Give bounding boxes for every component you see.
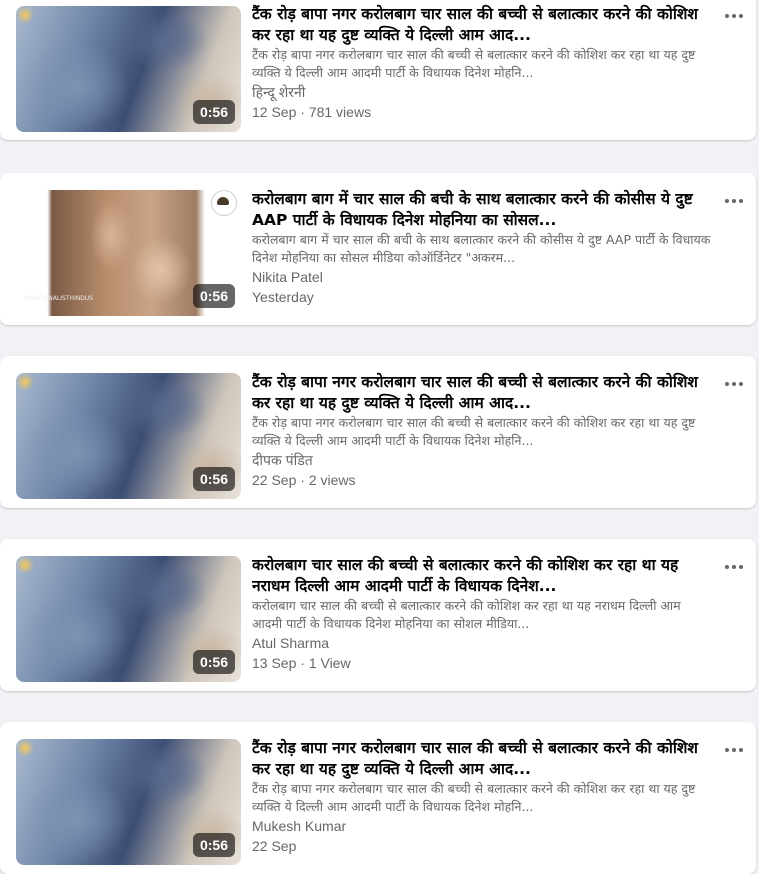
author-name[interactable]: हिन्दू शेरनी [252,82,712,102]
author-name[interactable]: Atul Sharma [252,633,712,653]
post-meta: Yesterday [252,289,314,305]
more-icon [725,565,729,569]
video-description: टैंक रोड़ बापा नगर करोलबाग चार साल की बच… [252,47,696,80]
more-options-button[interactable] [720,191,748,211]
more-icon-dot [739,748,743,752]
post-meta: 13 Sep · 1 View [252,655,351,671]
result-body: टैंक रोड़ बापा नगर करोलबाग चार साल की बच… [252,4,712,122]
video-duration: 0:56 [192,650,235,674]
video-duration: 0:56 [192,833,235,857]
video-thumbnail[interactable]: 0:56 [16,556,241,682]
more-options-button[interactable] [720,557,748,577]
video-title[interactable]: टैंक रोड़ बापा नगर करोलबाग चार साल की बच… [252,372,712,414]
more-icon [725,748,729,752]
video-duration: 0:56 [192,284,235,308]
thumbnail-highlight [16,556,34,574]
video-result-card[interactable]: @NATIONALISTHINDUS 0:56 करोलबाग बाग में … [0,173,756,325]
post-meta: 22 Sep · 2 views [252,472,356,488]
author-name[interactable]: दीपक पंडित [252,450,712,470]
more-icon-dot [732,748,736,752]
video-title[interactable]: टैंक रोड़ बापा नगर करोलबाग चार साल की बच… [252,4,712,46]
video-description: करोलबाग बाग में चार साल की बची के साथ बल… [252,232,711,265]
video-description: करोलबाग चार साल की बच्ची से बलात्कार करन… [252,598,681,631]
video-title[interactable]: करोलबाग चार साल की बच्ची से बलात्कार करन… [252,555,712,597]
result-body: टैंक रोड़ बापा नगर करोलबाग चार साल की बच… [252,372,712,490]
result-body: करोलबाग बाग में चार साल की बची के साथ बल… [252,189,712,307]
author-name[interactable]: Mukesh Kumar [252,816,712,836]
channel-avatar-icon [211,190,237,216]
video-result-card[interactable]: 0:56 टैंक रोड़ बापा नगर करोलबाग चार साल … [0,722,756,874]
more-icon [725,382,729,386]
thumbnail-highlight [16,6,34,24]
more-icon-dot [732,565,736,569]
more-icon-dot [732,382,736,386]
video-duration: 0:56 [192,100,235,124]
author-name[interactable]: Nikita Patel [252,267,712,287]
video-thumbnail[interactable]: 0:56 [16,739,241,865]
video-thumbnail[interactable]: 0:56 [16,373,241,499]
result-body: टैंक रोड़ बापा नगर करोलबाग चार साल की बच… [252,738,712,856]
more-icon [725,14,729,18]
video-title[interactable]: करोलबाग बाग में चार साल की बची के साथ बल… [252,189,712,231]
more-options-button[interactable] [720,740,748,760]
more-icon-dot [739,199,743,203]
more-icon-dot [739,14,743,18]
more-icon [725,199,729,203]
video-result-card[interactable]: 0:56 करोलबाग चार साल की बच्ची से बलात्का… [0,539,756,691]
thumbnail-highlight [16,373,34,391]
result-body: करोलबाग चार साल की बच्ची से बलात्कार करन… [252,555,712,673]
more-options-button[interactable] [720,6,748,26]
more-options-button[interactable] [720,374,748,394]
video-duration: 0:56 [192,467,235,491]
video-result-card[interactable]: 0:56 टैंक रोड़ बापा नगर करोलबाग चार साल … [0,356,756,508]
more-icon-dot [739,382,743,386]
post-meta: 12 Sep · 781 views [252,104,372,120]
more-icon-dot [732,14,736,18]
video-description: टैंक रोड़ बापा नगर करोलबाग चार साल की बच… [252,415,696,448]
video-thumbnail[interactable]: @NATIONALISTHINDUS 0:56 [16,190,241,316]
more-icon-dot [739,565,743,569]
video-title[interactable]: टैंक रोड़ बापा नगर करोलबाग चार साल की बच… [252,738,712,780]
video-thumbnail[interactable]: 0:56 [16,6,241,132]
thumbnail-highlight [16,739,34,757]
post-meta: 22 Sep [252,838,297,854]
thumbnail-watermark: @NATIONALISTHINDUS [24,295,94,302]
video-result-card[interactable]: 0:56 टैंक रोड़ बापा नगर करोलबाग चार साल … [0,0,756,140]
video-description: टैंक रोड़ बापा नगर करोलबाग चार साल की बच… [252,781,696,814]
more-icon-dot [732,199,736,203]
